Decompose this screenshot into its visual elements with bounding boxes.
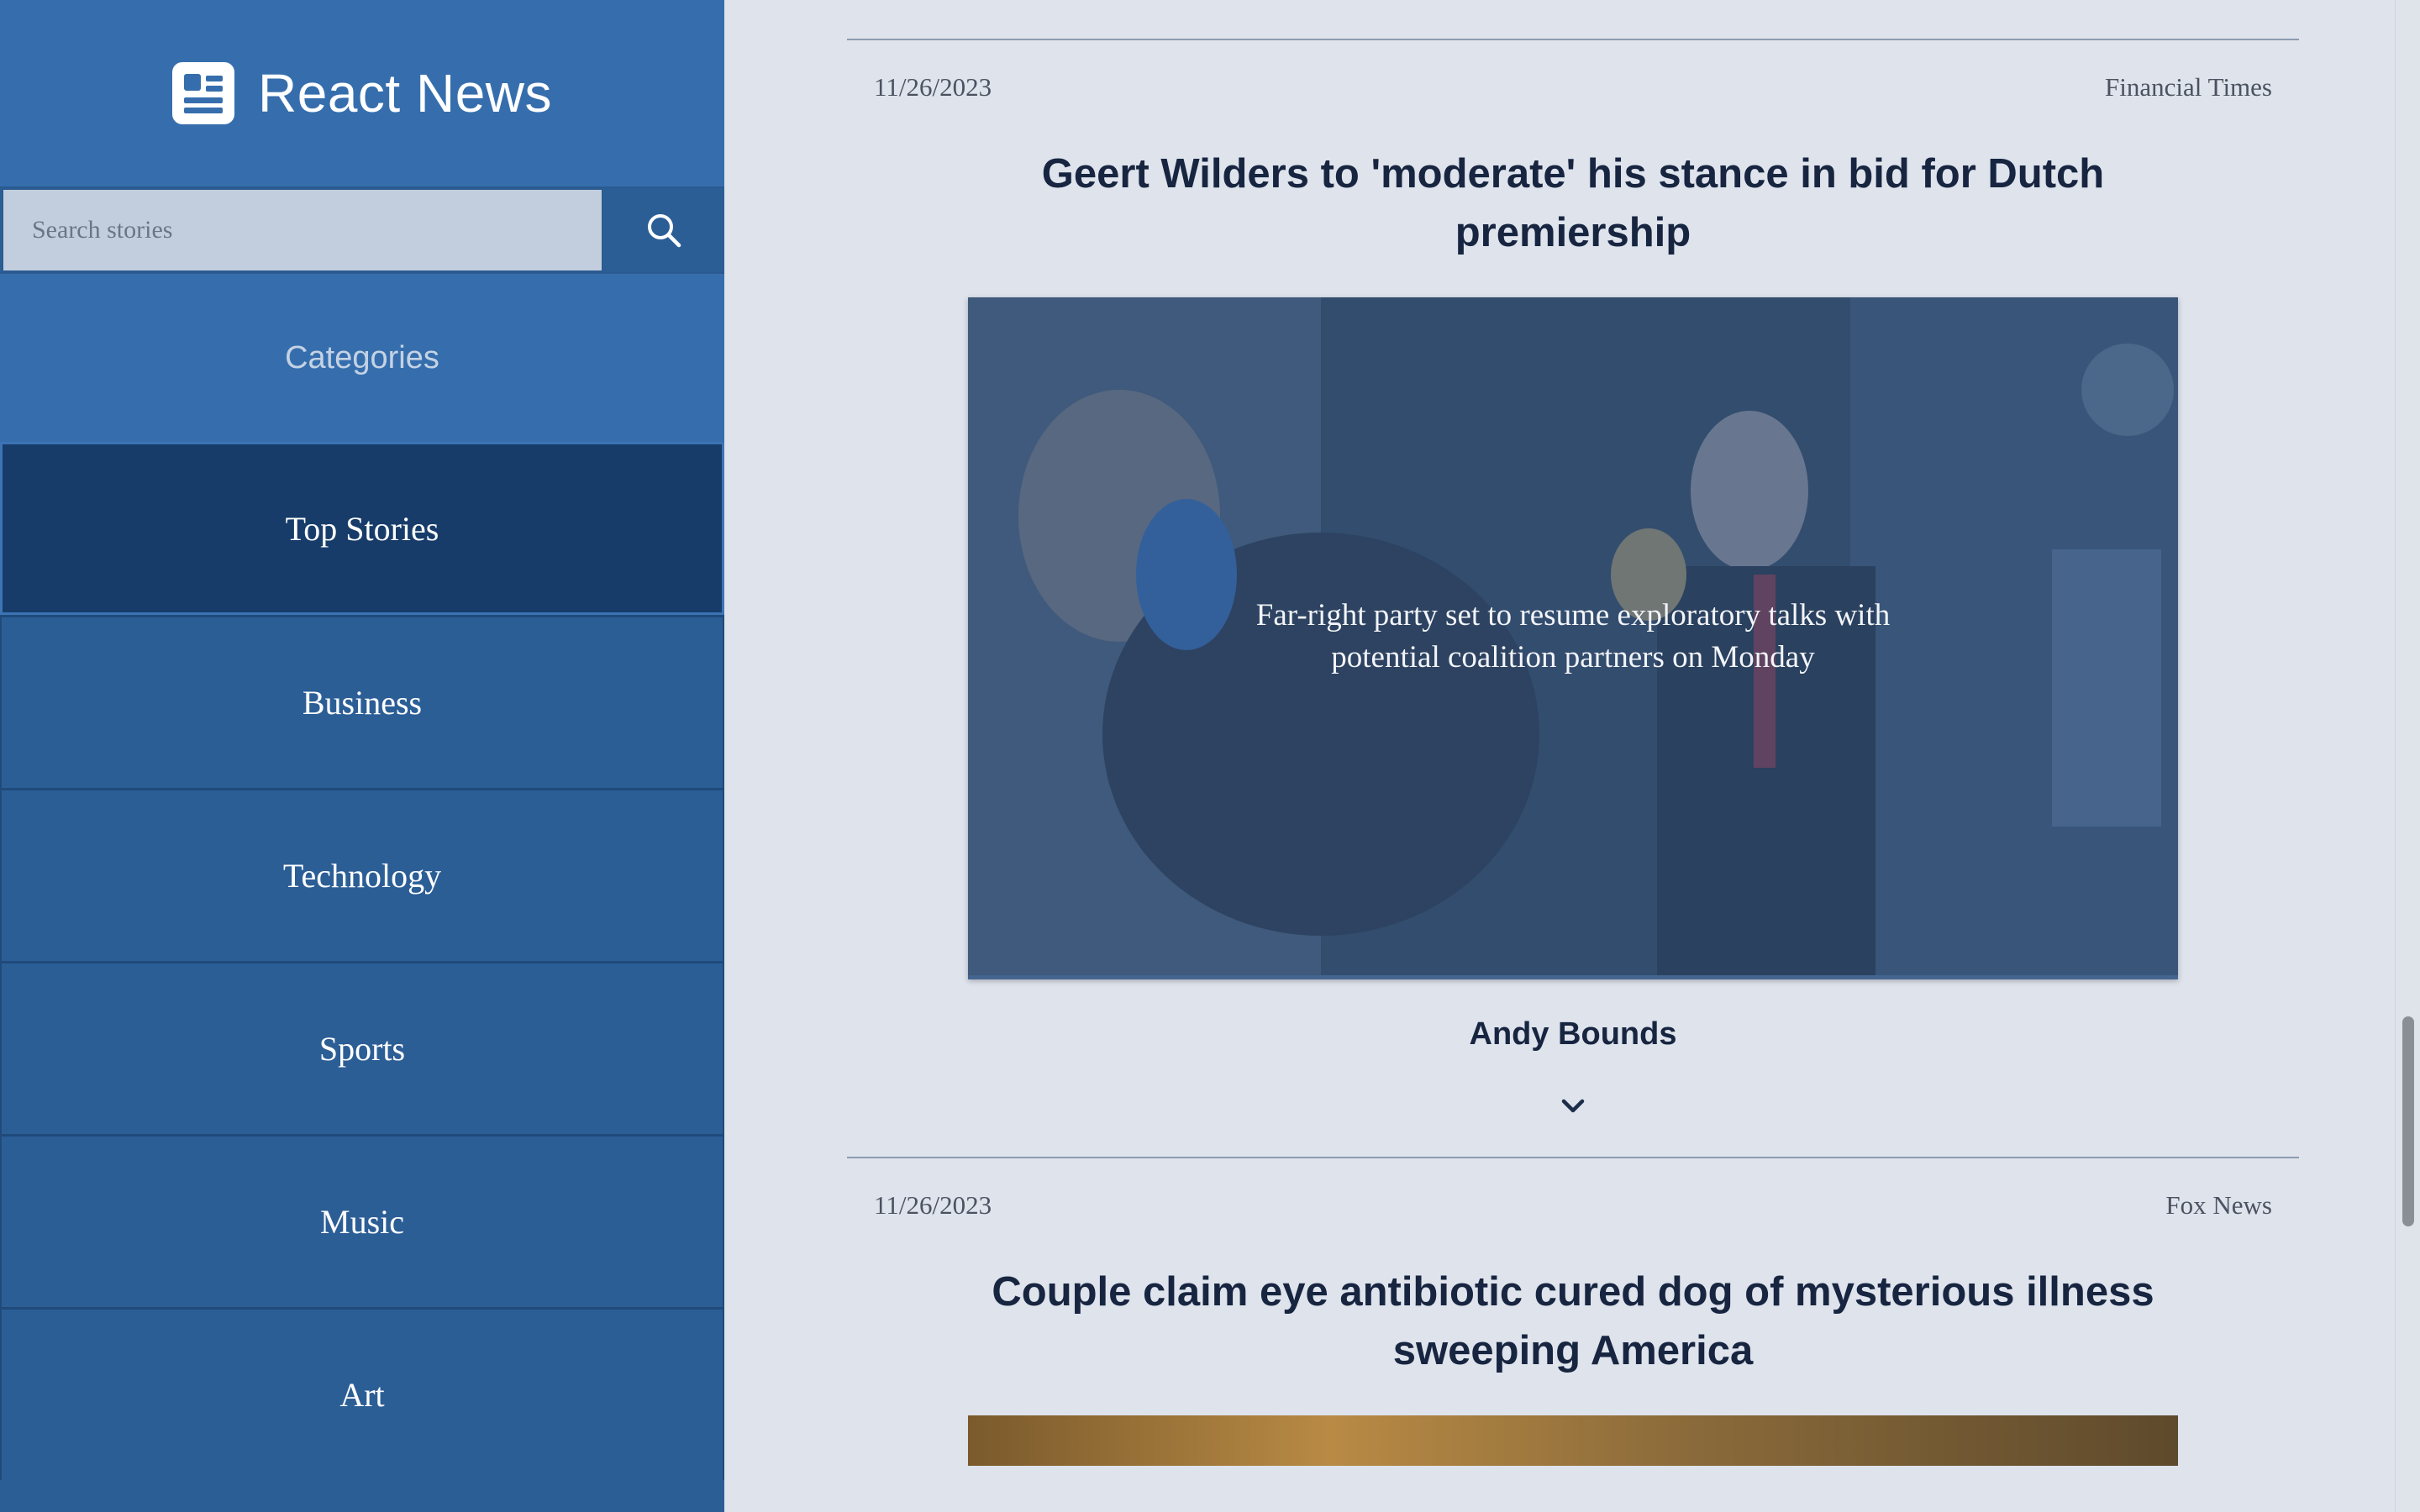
sidebar-item-label: Top Stories (285, 509, 439, 548)
article-date: 11/26/2023 (874, 72, 992, 102)
sidebar-item-label: Business (302, 684, 423, 722)
divider (847, 1157, 2299, 1158)
article-card: 11/26/2023 Fox News Couple claim eye ant… (847, 1190, 2299, 1466)
expand-button[interactable] (847, 1096, 2299, 1121)
sidebar-item-music[interactable]: Music (0, 1134, 724, 1307)
article-source: Financial Times (2105, 72, 2272, 102)
article-headline[interactable]: Geert Wilders to 'moderate' his stance i… (981, 144, 2165, 262)
sidebar-item-label: Music (320, 1203, 404, 1241)
divider (847, 39, 2299, 40)
brand-header[interactable]: React News (0, 0, 724, 186)
sidebar-item-business[interactable]: Business (0, 615, 724, 788)
newspaper-icon (172, 62, 234, 124)
scrollbar-thumb[interactable] (2402, 1016, 2414, 1226)
article-meta: 11/26/2023 Fox News (847, 1190, 2299, 1221)
categories-heading: Categories (0, 274, 724, 442)
search-input[interactable] (2, 188, 603, 272)
article-author: Andy Bounds (1469, 1016, 1677, 1052)
article-card: 11/26/2023 Financial Times Geert Wilders… (847, 72, 2299, 1121)
image-overlay: Far-right party set to resume explorator… (968, 297, 2178, 975)
sidebar-item-art[interactable]: Art (0, 1307, 724, 1480)
article-meta: 11/26/2023 Financial Times (847, 72, 2299, 102)
sidebar: React News Categories Top Stories Busine… (0, 0, 724, 1512)
sidebar-item-label: Technology (282, 857, 442, 895)
search-icon (648, 214, 681, 248)
sidebar-item-top-stories[interactable]: Top Stories (0, 442, 724, 615)
search-button[interactable] (603, 188, 724, 272)
search-bar (0, 186, 724, 274)
article-date: 11/26/2023 (874, 1190, 992, 1220)
article-source: Fox News (2165, 1190, 2272, 1220)
app-title: React News (258, 63, 552, 123)
sidebar-item-sports[interactable]: Sports (0, 961, 724, 1134)
article-image[interactable]: Far-right party set to resume explorator… (968, 297, 2178, 979)
article-caption: Far-right party set to resume explorator… (1255, 597, 1891, 675)
article-image[interactable] (968, 1415, 2178, 1466)
article-headline[interactable]: Couple claim eye antibiotic cured dog of… (981, 1263, 2165, 1380)
chevron-down-icon (1561, 1099, 1585, 1113)
sidebar-item-technology[interactable]: Technology (0, 788, 724, 961)
sidebar-item-label: Sports (318, 1030, 406, 1068)
scrollbar[interactable] (2395, 0, 2420, 1512)
sidebar-item-label: Art (339, 1376, 385, 1414)
news-feed: 11/26/2023 Financial Times Geert Wilders… (847, 0, 2299, 1466)
